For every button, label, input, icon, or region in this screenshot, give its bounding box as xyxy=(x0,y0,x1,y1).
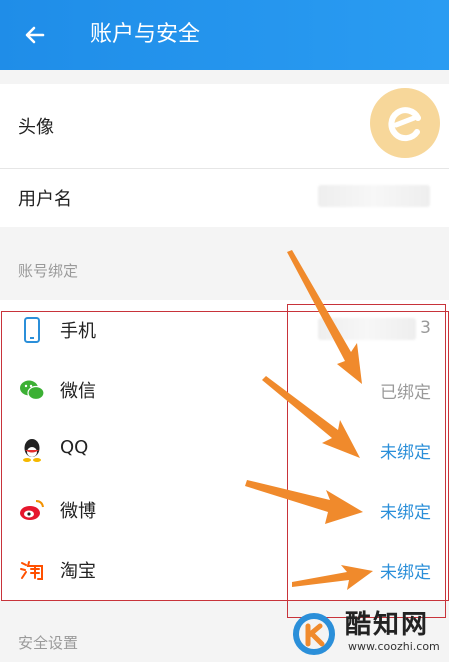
phone-number-redacted xyxy=(318,318,416,340)
watermark-name: 酷知网 xyxy=(345,610,430,640)
bind-status[interactable]: 未绑定 xyxy=(380,438,431,463)
back-button[interactable] xyxy=(18,18,52,52)
wechat-icon xyxy=(20,380,45,401)
phone-icon xyxy=(24,317,40,343)
bind-status[interactable]: 未绑定 xyxy=(380,498,431,523)
bind-status[interactable]: 未绑定 xyxy=(380,558,431,583)
bind-name: 微博 xyxy=(60,501,96,522)
username-label: 用户名 xyxy=(18,189,72,210)
bind-name: 手机 xyxy=(60,321,96,342)
app-bar: 账户与安全 xyxy=(0,0,449,70)
bind-name: QQ xyxy=(60,437,89,458)
bind-row-wechat[interactable]: 微信 已绑定 xyxy=(0,360,449,420)
bind-name: 淘宝 xyxy=(60,561,96,582)
bind-status: 3 xyxy=(420,318,431,338)
bind-name: 微信 xyxy=(60,381,96,402)
bind-row-taobao[interactable]: 淘宝 未绑定 xyxy=(0,540,449,600)
back-arrow-icon xyxy=(25,26,45,44)
qq-icon xyxy=(23,439,41,462)
avatar-logo-icon xyxy=(388,107,421,142)
username-value-redacted xyxy=(318,185,430,207)
binding-section-title: 账号绑定 xyxy=(18,262,79,280)
watermark-url: www.coozhi.com xyxy=(348,640,440,653)
page-title: 账户与安全 xyxy=(90,22,201,47)
weibo-icon xyxy=(20,500,44,520)
security-section-title: 安全设置 xyxy=(18,634,79,652)
bind-row-qq[interactable]: QQ 未绑定 xyxy=(0,420,449,480)
taobao-icon xyxy=(20,561,43,580)
avatar-label: 头像 xyxy=(18,117,54,138)
avatar[interactable] xyxy=(370,88,440,158)
bind-row-phone[interactable]: 手机 3 xyxy=(0,300,449,360)
bind-status[interactable]: 已绑定 xyxy=(380,378,431,403)
bind-row-weibo[interactable]: 微博 未绑定 xyxy=(0,480,449,540)
